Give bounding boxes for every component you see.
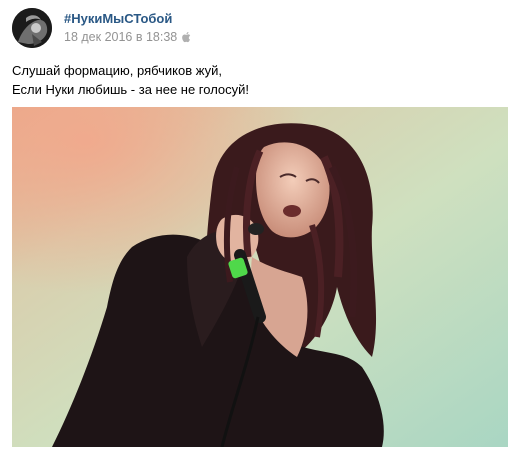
apple-icon [181,31,191,43]
post-meta: 18 дек 2016 в 18:38 [64,30,191,44]
avatar[interactable] [12,8,52,48]
singer-photo-image [12,107,508,447]
post-author-link[interactable]: #НукиМыСТобой [64,11,172,26]
post-text: Слушай формацию, рябчиков жуй, Если Нуки… [12,62,508,99]
post-text-line: Слушай формацию, рябчиков жуй, [12,63,222,78]
post-text-line: Если Нуки любишь - за нее не голосуй! [12,81,250,97]
avatar-image [12,8,52,48]
post-photo[interactable] [12,107,508,447]
post-timestamp[interactable]: 18 дек 2016 в 18:38 [64,30,177,44]
wall-post: #НукиМыСТобой 18 дек 2016 в 18:38 Слушай… [0,0,520,459]
